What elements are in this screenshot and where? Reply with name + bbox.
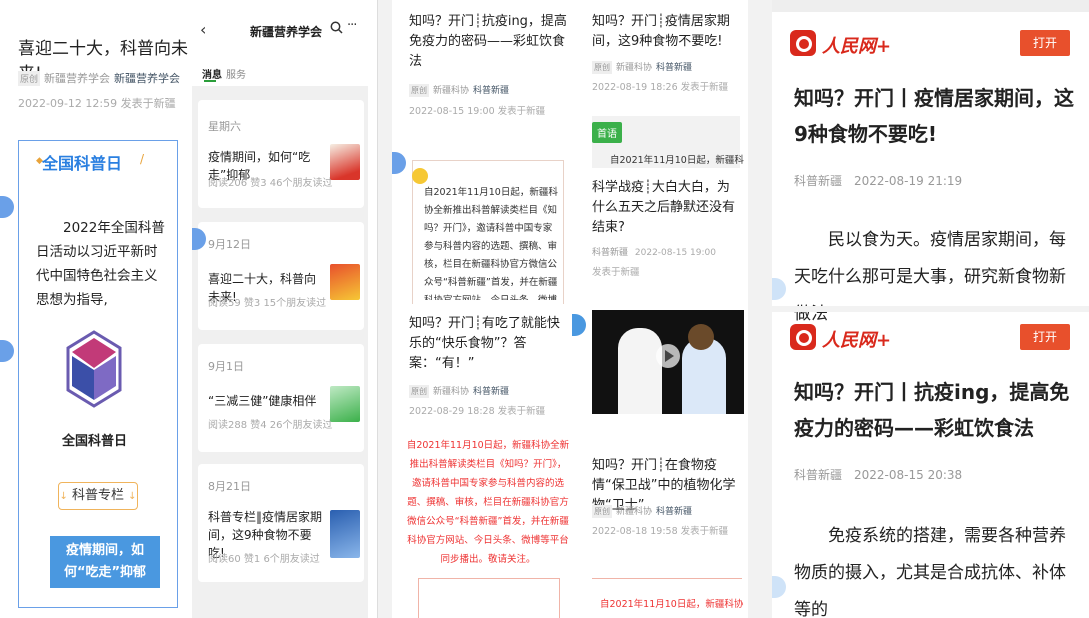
item-stats: 阅读59 赞3 15个朋友读过 xyxy=(208,298,327,309)
list-item[interactable]: 9月1日 “三减三健”健康相伴 阅读288 赞4 26个朋友读过 xyxy=(198,344,364,452)
item-thumbnail xyxy=(330,510,360,558)
people-daily-logo-icon xyxy=(790,324,816,350)
play-icon[interactable] xyxy=(656,344,680,368)
article-date: 2022-08-19 18:26 发表于新疆 xyxy=(592,82,729,93)
more-icon[interactable]: ··· xyxy=(347,18,357,33)
science-day-logo xyxy=(66,330,122,408)
item-title: “三减三健”健康相伴 xyxy=(208,394,317,408)
open-app-button[interactable]: 打开 xyxy=(1020,30,1070,56)
section-divider xyxy=(772,306,1089,312)
banner-title: 全国科普日 xyxy=(42,154,123,173)
account-message-list: ‹ 新疆营养学会 ··· 消息 服务 星期六 疫情期间，如何“吃走”抑郁 阅读2… xyxy=(192,0,368,618)
left-edge-marker xyxy=(392,152,406,174)
article-title[interactable]: 知吗？开门┊疫情居家期间，这9种食物不要吃! xyxy=(592,12,742,52)
right-column: 知吗？开门┊疫情居家期间，这9种食物不要吃! 原创 新疆科协 科普新疆 2022-0… xyxy=(572,0,748,618)
wechat-article-panel: 喜迎二十大，科普向未来! 原创新疆营养学会新疆营养学会 2022-09-12 1… xyxy=(0,0,378,618)
intro-text: 2022年全国科普日活动以习近平新时代中国特色社会主义思想为指导, xyxy=(36,220,165,308)
back-icon[interactable]: ‹ xyxy=(200,20,206,39)
video-figure-left xyxy=(618,328,662,414)
quote-box xyxy=(418,578,560,618)
item-thumbnail xyxy=(330,264,360,300)
article-search-panel: 知吗？开门┊抗疫ing，提高免疫力的密码——彩虹饮食法 原创 新疆科协 科普新疆 2… xyxy=(392,0,748,618)
article-date: 2022-09-12 12:59 发表于新疆 xyxy=(18,97,176,110)
article-title[interactable]: 知吗？开门┊抗疫ing，提高免疫力的密码——彩虹饮食法 xyxy=(409,12,569,72)
video-thumbnail[interactable] xyxy=(592,310,744,414)
article-title[interactable]: 科学战疫┊大白大白，为什么五天之后静默还没有结束? xyxy=(592,178,742,238)
red-announcement: 自2021年11月10日起，新疆科协全新推出科普解读类栏目《知吗？开门》，邀请科… xyxy=(406,440,570,565)
article-meta: 原创 新疆科协 科普新疆 xyxy=(409,385,510,398)
article-meta: 原创 新疆科协 科普新疆 xyxy=(592,61,693,74)
article-title: 知吗？开门丨抗疫ing，提高免疫力的密码——彩虹饮食法 xyxy=(794,380,1070,440)
list-item[interactable]: 9月12日 喜迎二十大，科普向未来! 阅读59 赞3 15个朋友读过 xyxy=(198,222,364,330)
item-date: 9月1日 xyxy=(208,360,244,373)
item-stats: 阅读60 赞1 6个朋友读过 xyxy=(208,554,320,565)
tab-messages[interactable]: 消息 xyxy=(202,66,222,81)
open-app-button[interactable]: 打开 xyxy=(1020,324,1070,350)
article-date: 2022-08-15 19:00 发表于新疆 xyxy=(409,106,546,117)
brand-name: 人民网+ xyxy=(822,330,892,351)
left-edge-marker xyxy=(772,576,786,598)
item-date: 星期六 xyxy=(208,120,241,133)
article-meta: 原创 新疆营养学会 新疆营养学会 xyxy=(18,70,180,86)
article-meta: 科普新疆 2022-08-19 21:19 xyxy=(794,174,963,188)
article-title: 知吗？开门丨疫情居家期间，这9种食物不要吃! xyxy=(794,86,1074,146)
tab-bar: 消息 服务 xyxy=(192,58,368,86)
article-card[interactable]: 疫情期间，如何“吃走”抑郁 xyxy=(50,536,160,588)
list-item[interactable]: 8月21日 科普专栏‖疫情居家期间，这9种食物不要吃! 阅读60 赞1 6个朋友… xyxy=(198,464,364,582)
article-date: 2022-08-29 18:28 发表于新疆 xyxy=(409,406,546,417)
article-body: 民以食为天。疫情居家期间，每天吃什么那可是大事，研究新食物新做法 xyxy=(794,230,1066,324)
article-date: 发表于新疆 xyxy=(592,267,640,278)
left-edge-marker xyxy=(0,340,14,362)
left-column: 知吗？开门┊抗疫ing，提高免疫力的密码——彩虹饮食法 原创 新疆科协 科普新疆 2… xyxy=(392,0,572,618)
tab-services[interactable]: 服务 xyxy=(226,66,246,81)
item-stats: 阅读206 赞3 46个朋友读过 xyxy=(208,178,333,189)
people-daily-panel: 人民网+ 打开 知吗？开门丨疫情居家期间，这9种食物不要吃! 科普新疆 2022-… xyxy=(772,0,1089,618)
sun-icon xyxy=(412,168,428,184)
account-link[interactable]: 新疆营养学会 xyxy=(114,72,180,85)
article-title[interactable]: 知吗？开门┊有吃了就能快乐的“快乐食物”？答案：“有！” xyxy=(409,314,569,374)
nav-bar: ‹ 新疆营养学会 ··· xyxy=(192,0,368,58)
logo-label: 全国科普日 xyxy=(62,434,128,449)
snippet-text: 自2021年11月10日起，新疆科协 xyxy=(600,599,744,610)
item-date: 9月12日 xyxy=(208,238,251,251)
brand-name: 人民网+ xyxy=(822,36,892,57)
article-view: 喜迎二十大，科普向未来! 原创新疆营养学会新疆营养学会 2022-09-12 1… xyxy=(0,0,190,618)
active-tab-indicator xyxy=(204,80,216,82)
intro-quote: 自2021年11月10日起，新疆科协全新推出科普解读类栏目《知吗？开门》，邀请科… xyxy=(424,187,558,300)
video-head xyxy=(688,324,714,350)
article-meta: 科普新疆 2022-08-15 20:38 xyxy=(794,468,963,482)
search-icon[interactable] xyxy=(330,21,343,34)
left-edge-marker xyxy=(572,314,586,336)
original-tag: 原创 xyxy=(18,71,41,86)
top-strip xyxy=(772,0,1089,12)
article-meta: 原创 新疆科协 科普新疆 xyxy=(409,84,510,97)
left-edge-marker xyxy=(772,278,786,300)
article-meta: 原创 新疆科协 科普新疆 xyxy=(592,505,693,518)
item-thumbnail xyxy=(330,386,360,422)
people-daily-logo-icon xyxy=(790,30,816,56)
app-bar: 人民网+ 打开 xyxy=(772,320,1089,356)
account-name: 新疆营养学会 xyxy=(44,72,111,85)
item-stats: 阅读288 赞4 26个朋友读过 xyxy=(208,420,333,431)
slash-icon: / xyxy=(140,152,145,166)
article-body: 免疫系统的搭建，需要各种营养物质的摄入，尤其是合成抗体、补体等的 xyxy=(794,526,1066,618)
snippet-text: 自2021年11月10日起，新疆科 xyxy=(610,155,744,166)
left-edge-marker xyxy=(0,196,14,218)
article-meta: 科普新疆 2022-08-15 19:00 xyxy=(592,248,716,258)
divider xyxy=(592,578,742,579)
nav-title: 新疆营养学会 xyxy=(250,25,323,39)
column-label: ↓ 科普专栏 ↓ xyxy=(58,482,138,510)
lead-tag: 首语 xyxy=(592,122,622,143)
item-date: 8月21日 xyxy=(208,480,251,493)
article-date: 2022-08-18 19:58 发表于新疆 xyxy=(592,526,729,537)
list-item[interactable]: 星期六 疫情期间，如何“吃走”抑郁 阅读206 赞3 46个朋友读过 xyxy=(198,100,364,208)
item-thumbnail xyxy=(330,144,360,180)
app-bar: 人民网+ 打开 xyxy=(772,26,1089,62)
